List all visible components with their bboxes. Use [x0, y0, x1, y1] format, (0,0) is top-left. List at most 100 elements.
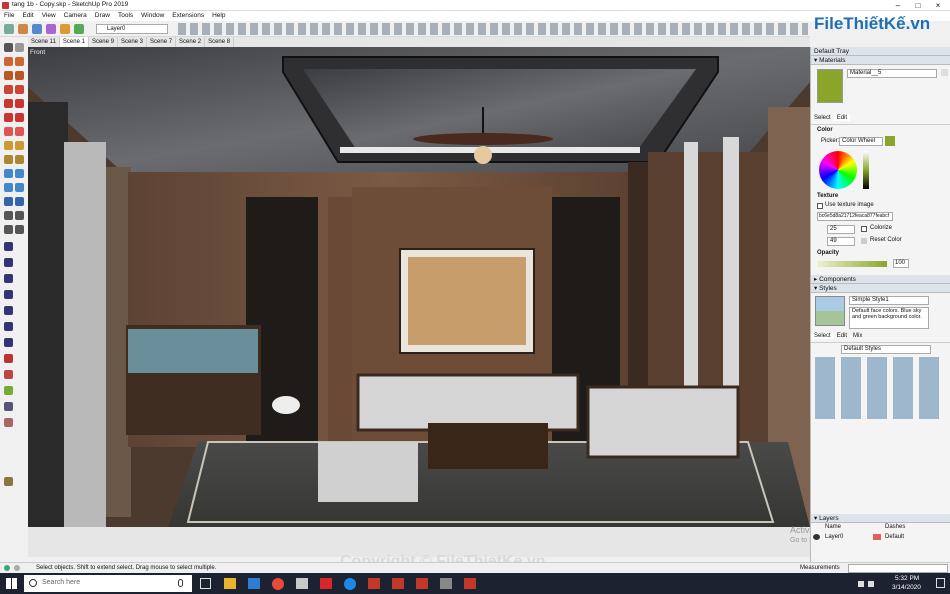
layer-color-swatch[interactable]	[873, 534, 881, 540]
clock-time[interactable]: 5:32 PM	[895, 575, 919, 582]
create-material-icon[interactable]	[941, 69, 948, 76]
zoom-window-icon[interactable]	[15, 183, 24, 192]
plugin-icon-4[interactable]	[4, 418, 13, 427]
axes-icon[interactable]	[15, 155, 24, 164]
view-top-icon[interactable]	[4, 258, 13, 267]
position-camera-icon[interactable]	[4, 211, 13, 220]
autocad-icon[interactable]	[320, 578, 332, 589]
layers-header[interactable]: ▾ Layers	[811, 514, 950, 523]
style-tab-select[interactable]: Select	[811, 333, 834, 339]
view-front-icon[interactable]	[4, 274, 13, 283]
view-right-icon[interactable]	[4, 290, 13, 299]
plugin-icon[interactable]	[4, 370, 13, 379]
tab-select[interactable]: Select	[811, 115, 834, 121]
picker-select[interactable]: Color Wheel	[839, 137, 883, 146]
menu-edit[interactable]: Edit	[18, 11, 37, 21]
material-name-field[interactable]: Material__5	[847, 69, 937, 78]
style-tab-mix[interactable]: Mix	[850, 333, 865, 339]
style-name-field[interactable]: Simple Style1	[849, 296, 929, 305]
tab-scene-3[interactable]: Scene 3	[118, 37, 148, 47]
menu-camera[interactable]: Camera	[60, 11, 91, 21]
opacity-slider[interactable]	[817, 261, 887, 267]
style-collection-select[interactable]: Default Styles	[841, 345, 931, 354]
component-icon[interactable]	[17, 24, 28, 34]
text-icon[interactable]	[15, 141, 24, 150]
circle-icon[interactable]	[15, 71, 24, 80]
previous-view-icon[interactable]	[15, 197, 24, 206]
sketchup-taskbar-icon[interactable]	[368, 578, 380, 589]
pan-icon[interactable]	[15, 169, 24, 178]
volume-icon[interactable]	[868, 581, 874, 587]
section-plane-icon[interactable]	[15, 225, 24, 234]
windows-start-icon[interactable]	[6, 578, 17, 589]
file-explorer-icon[interactable]	[224, 578, 236, 589]
paint-bucket-icon[interactable]	[31, 24, 42, 34]
plugin-icon-3[interactable]	[4, 402, 13, 411]
orbit-icon[interactable]	[4, 169, 13, 178]
visibility-eye-icon[interactable]	[813, 534, 820, 540]
plugin-icon-2[interactable]	[4, 386, 13, 395]
rectangle-icon[interactable]	[4, 71, 13, 80]
polygon-icon[interactable]	[4, 85, 13, 94]
menu-window[interactable]: Window	[137, 11, 168, 21]
select-arrow-icon[interactable]	[4, 43, 13, 52]
material-swatch[interactable]	[817, 69, 843, 103]
menu-help[interactable]: Help	[208, 11, 229, 21]
tab-edit[interactable]: Edit	[833, 115, 851, 121]
tab-scene-9[interactable]: Scene 9	[89, 37, 118, 47]
freehand-icon[interactable]	[15, 85, 24, 94]
push-pull-icon[interactable]	[4, 99, 13, 108]
ruby-console-icon[interactable]	[4, 354, 13, 363]
network-icon[interactable]	[858, 581, 864, 587]
minimize-button[interactable]: –	[888, 0, 908, 11]
rotate-icon[interactable]	[4, 113, 13, 122]
style-description-field[interactable]: Default face colors. Blue sky and green …	[849, 307, 929, 329]
pencil-icon[interactable]	[4, 57, 13, 66]
styles-header[interactable]: ▾ Styles	[811, 284, 950, 293]
measurements-field[interactable]	[848, 564, 948, 573]
task-view-icon[interactable]	[200, 578, 211, 589]
view-bottom-icon[interactable]	[4, 338, 13, 347]
menu-draw[interactable]: Draw	[91, 11, 114, 21]
view-back-icon[interactable]	[4, 306, 13, 315]
model-info-icon[interactable]	[45, 24, 56, 34]
clock-date[interactable]: 3/14/2020	[892, 584, 921, 591]
maximize-button[interactable]: □	[908, 0, 928, 11]
tab-scene-7[interactable]: Scene 7	[147, 37, 177, 47]
photos-icon[interactable]	[440, 578, 452, 589]
color-wheel[interactable]	[819, 151, 857, 189]
tab-scene-11[interactable]: Scene 11	[28, 37, 60, 47]
chrome-icon[interactable]	[272, 578, 284, 590]
sketchup-taskbar-icon-4[interactable]	[464, 578, 476, 589]
look-around-icon[interactable]	[4, 225, 13, 234]
plugin-icon-5[interactable]	[4, 477, 13, 486]
use-texture-checkbox[interactable]	[817, 203, 823, 209]
texture-height-field[interactable]: 49	[827, 237, 855, 246]
toolbar-icons-strip[interactable]	[178, 23, 808, 35]
model-viewport[interactable]: Front	[28, 47, 810, 557]
menu-view[interactable]: View	[38, 11, 60, 21]
brightness-slider[interactable]	[863, 151, 869, 189]
geo-location-icon[interactable]	[4, 565, 10, 571]
style-tab-edit[interactable]: Edit	[834, 333, 850, 339]
credits-icon[interactable]	[14, 565, 20, 571]
close-button[interactable]: ×	[928, 0, 948, 11]
opacity-field[interactable]: 100	[893, 259, 909, 268]
style-thumbnails-grid[interactable]	[815, 357, 945, 419]
tab-scene-1[interactable]: Scene 1	[59, 37, 89, 47]
zoom-icon[interactable]	[4, 183, 13, 192]
zoom-extents-icon[interactable]	[4, 197, 13, 206]
app-icon[interactable]	[296, 578, 308, 589]
materials-header[interactable]: ▾ Materials	[811, 56, 950, 65]
extension-icon[interactable]	[73, 24, 84, 34]
view-left-icon[interactable]	[4, 322, 13, 331]
taskbar-search[interactable]: Search here	[24, 575, 192, 592]
texture-width-field[interactable]: 25	[827, 225, 855, 234]
follow-me-icon[interactable]	[4, 127, 13, 136]
menu-extensions[interactable]: Extensions	[168, 11, 208, 21]
notifications-icon[interactable]	[936, 578, 945, 588]
arc-icon[interactable]	[15, 57, 24, 66]
teamviewer-icon[interactable]	[344, 578, 356, 590]
components-header[interactable]: ▸ Components	[811, 275, 950, 284]
scale-icon[interactable]	[15, 113, 24, 122]
